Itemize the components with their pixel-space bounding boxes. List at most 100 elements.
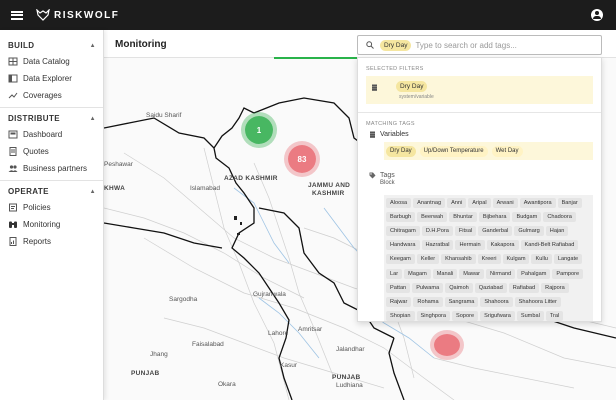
tag-chip[interactable]: Sumbal <box>516 310 544 321</box>
tags-category: Block <box>380 180 395 186</box>
sidebar-item-data-catalog[interactable]: Data Catalog <box>0 53 103 70</box>
tag-chip[interactable]: Aloosa <box>386 198 412 208</box>
search-input[interactable] <box>415 40 566 50</box>
section-operate-title: OPERATE <box>8 187 49 196</box>
tag-chip[interactable]: Kullu <box>531 254 552 265</box>
tag-chip[interactable]: Chitragam <box>386 226 420 237</box>
sidebar-item-reports[interactable]: Reports <box>0 233 103 250</box>
tags-label: Tags <box>380 172 395 179</box>
map-cluster-marker[interactable]: 1 <box>245 116 273 144</box>
tag-chip[interactable]: Keller <box>416 254 440 265</box>
map-label: Amritsar <box>298 326 323 333</box>
tag-chip[interactable]: Rafiabad <box>508 282 540 293</box>
tag-chip[interactable]: Manali <box>432 268 458 279</box>
tag-chip[interactable]: Bijbehara <box>478 212 511 223</box>
tag-chip[interactable]: Awantipora <box>519 198 556 208</box>
tag-chip[interactable]: Hajan <box>545 226 569 237</box>
tag-chip[interactable]: Arwani <box>492 198 518 208</box>
tag-chip[interactable]: Bhuntar <box>449 212 477 223</box>
section-distribute[interactable]: DISTRIBUTE ▲ <box>0 111 103 126</box>
section-build[interactable]: BUILD ▲ <box>0 38 103 53</box>
tag-chip[interactable]: Anni <box>447 198 467 208</box>
tag-chip[interactable]: Khansahib <box>441 254 476 265</box>
sidebar-item-quotes[interactable]: Quotes <box>0 143 103 160</box>
tag-chip[interactable]: Fitsal <box>454 226 477 237</box>
tag-chip[interactable]: Hazratbal <box>421 240 454 251</box>
tag-chip[interactable]: Nirmand <box>486 268 516 279</box>
tag-chip[interactable]: Shopian <box>386 310 415 321</box>
tag-chip[interactable]: Chadoora <box>543 212 576 223</box>
tag-chip[interactable]: Tral <box>545 310 564 321</box>
sidebar-item-dashboard[interactable]: Dashboard <box>0 126 103 143</box>
policy-icon <box>8 203 18 212</box>
tag-chip[interactable]: Rohama <box>413 296 443 307</box>
variable-chip[interactable]: Dry Day <box>386 145 416 157</box>
brand-logo[interactable]: RISKWOLF <box>36 9 119 21</box>
sidebar-item-label: Monitoring <box>23 220 61 229</box>
tag-chip[interactable]: Kakapora <box>486 240 519 251</box>
tag-chip[interactable]: Lar <box>386 268 403 279</box>
table-icon <box>8 74 18 83</box>
variable-chip[interactable]: Wet Day <box>491 145 523 157</box>
tag-chip[interactable]: Kreeri <box>477 254 501 265</box>
tag-chip[interactable]: Pampore <box>552 268 584 279</box>
variables-list: Dry Day Up/Down Temperature Wet Day <box>384 142 593 160</box>
selected-tag-chip[interactable]: Dry Day <box>380 39 412 51</box>
sidebar-item-data-explorer[interactable]: Data Explorer <box>0 70 103 87</box>
tag-chip[interactable]: Shahoora <box>480 296 513 307</box>
tag-chip[interactable]: Rajwar <box>386 296 412 307</box>
section-operate[interactable]: OPERATE ▲ <box>0 184 103 199</box>
tag-chip[interactable]: Qaziabad <box>474 282 507 293</box>
tag-chip[interactable]: Budgam <box>512 212 542 223</box>
sidebar-item-label: Business partners <box>23 164 88 173</box>
tag-chip[interactable]: Barbugh <box>386 212 416 223</box>
tag-chip[interactable]: Gulmarg <box>514 226 544 237</box>
tag-chip[interactable]: Handwara <box>386 240 420 251</box>
selected-filters-heading: SELECTED FILTERS <box>366 66 424 72</box>
tag-chip[interactable]: D.H.Pora <box>421 226 453 237</box>
tag-chip[interactable]: Kandi-Belt Rafiabad <box>520 240 579 251</box>
sidebar-item-business-partners[interactable]: Business partners <box>0 160 103 177</box>
selected-filter-item[interactable]: Dry Day system/variable <box>366 76 593 104</box>
tag-chip[interactable]: Shahoora Litter <box>514 296 561 307</box>
tag-chip[interactable]: Langate <box>553 254 583 265</box>
tag-search-box[interactable]: Dry Day <box>357 35 602 55</box>
wolf-logo-icon <box>36 9 50 21</box>
sidebar-item-coverages[interactable]: Coverages <box>0 87 103 104</box>
menu-icon[interactable] <box>11 10 23 20</box>
tag-chip[interactable]: Keegam <box>386 254 415 265</box>
map-label: PUNJAB <box>332 374 361 381</box>
map-cluster-marker-partial[interactable] <box>434 334 460 356</box>
map-label: Jalandhar <box>336 346 365 353</box>
tag-chip[interactable]: Rajpora <box>541 282 569 293</box>
tag-chip[interactable]: Banjar <box>557 198 582 208</box>
map-label: Saidu Sharif <box>146 112 182 119</box>
sidebar-item-label: Policies <box>23 203 51 212</box>
tag-chip[interactable]: Mawar <box>459 268 485 279</box>
variable-chip[interactable]: Up/Down Temperature <box>419 145 488 157</box>
tag-chip[interactable]: Ganderbal <box>478 226 513 237</box>
tag-chip[interactable]: Singhpora <box>416 310 451 321</box>
tag-chip[interactable]: Kulgam <box>502 254 530 265</box>
tag-chip[interactable]: Sangrama <box>444 296 479 307</box>
tag-chip[interactable]: Beerwah <box>417 212 448 223</box>
sidebar-item-monitoring[interactable]: Monitoring <box>0 216 103 233</box>
tag-chip[interactable]: Pahalgam <box>517 268 551 279</box>
brand-name: RISKWOLF <box>54 9 120 21</box>
section-build-title: BUILD <box>8 41 35 50</box>
sidebar-item-policies[interactable]: Policies <box>0 199 103 216</box>
map-cluster-marker[interactable]: 83 <box>288 145 316 173</box>
map-label: Islamabad <box>190 185 220 192</box>
tag-chip[interactable]: Sopore <box>452 310 479 321</box>
tag-chip[interactable]: Magam <box>404 268 431 279</box>
tag-chip[interactable]: Pulwama <box>412 282 444 293</box>
tag-chip[interactable]: Anantnag <box>413 198 446 208</box>
sidebar-item-label: Dashboard <box>23 130 63 139</box>
search-suggestions-dropdown: SELECTED FILTERS Dry Day system/variable… <box>357 57 602 322</box>
tag-chip[interactable]: Aripal <box>468 198 491 208</box>
account-icon[interactable] <box>591 9 603 21</box>
tag-chip[interactable]: Hermain <box>455 240 485 251</box>
tag-chip[interactable]: Srigufwara <box>480 310 515 321</box>
tag-chip[interactable]: Qaimoh <box>445 282 473 293</box>
tag-chip[interactable]: Pattan <box>386 282 411 293</box>
